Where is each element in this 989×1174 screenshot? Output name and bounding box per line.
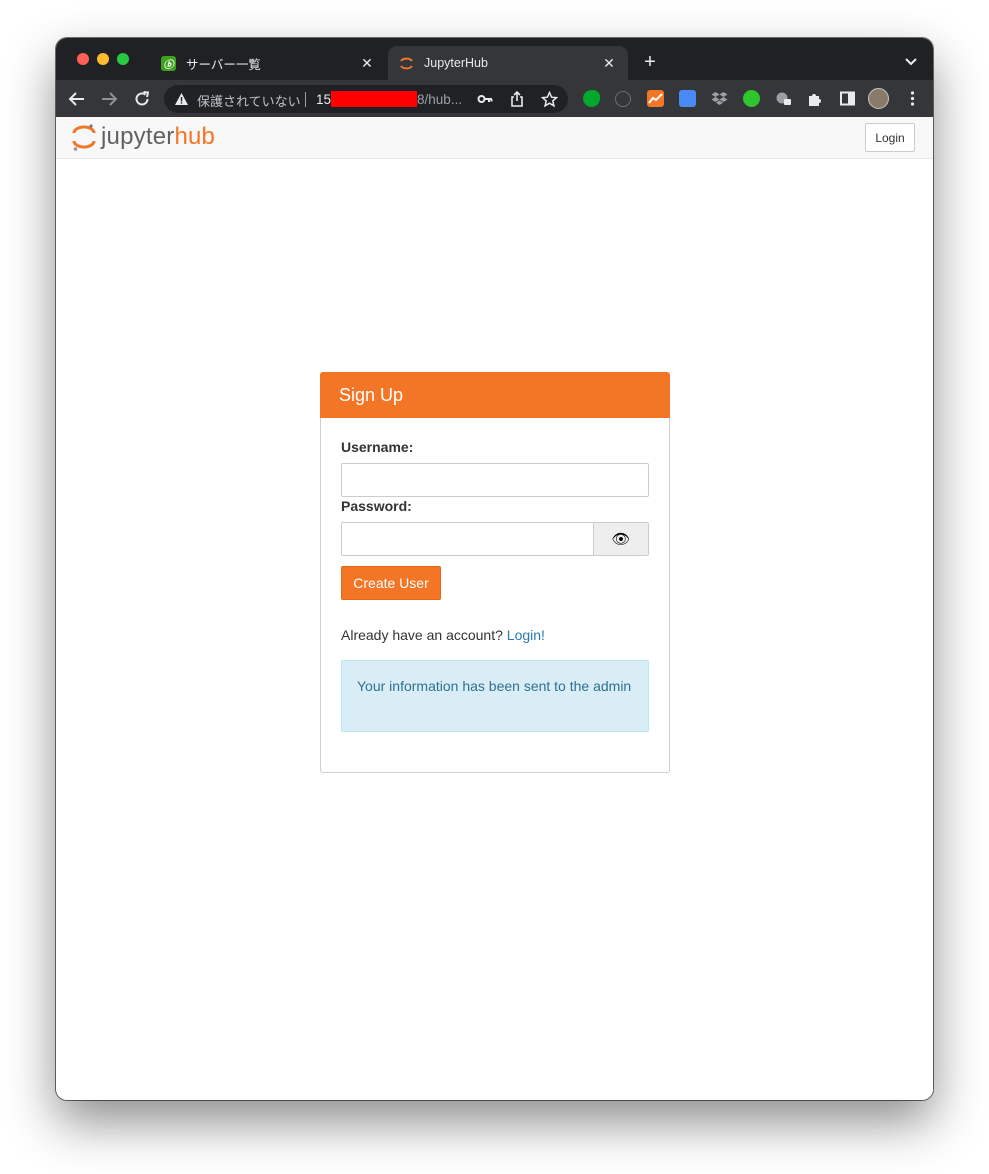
close-tab-icon[interactable]: ✕ xyxy=(358,54,376,72)
tab-title: サーバー一覧 xyxy=(186,57,261,72)
brand-wordmark: jupyterhub xyxy=(101,123,216,150)
password-label: Password: xyxy=(341,498,412,514)
minimize-window-button[interactable] xyxy=(97,53,109,65)
side-panel-icon[interactable] xyxy=(839,90,856,107)
translate-extension-icon[interactable] xyxy=(679,90,696,107)
close-window-button[interactable] xyxy=(77,53,89,65)
username-label: Username: xyxy=(341,439,414,455)
already-have-account: Already have an account? Login! xyxy=(341,627,545,643)
browser-toolbar: 保護されていない 15 8/hub... xyxy=(56,80,933,117)
tab-title: JupyterHub xyxy=(424,56,488,70)
jupyterhub-logo[interactable]: jupyterhub xyxy=(72,122,215,152)
forward-arrow-icon[interactable] xyxy=(99,89,119,109)
show-password-button[interactable]: 👁 xyxy=(593,522,649,556)
username-input[interactable] xyxy=(341,463,649,497)
lock-extension-icon[interactable] xyxy=(775,90,792,107)
navbar-login-button[interactable]: Login xyxy=(865,123,915,152)
tab-server-list[interactable]: ⓑ サーバー一覧 ✕ xyxy=(150,46,386,80)
omnibox-separator xyxy=(305,92,306,107)
new-tab-button[interactable]: + xyxy=(640,52,660,72)
tab-strip: ⓑ サーバー一覧 ✕ JupyterHub ✕ + xyxy=(56,38,933,80)
tab-search-chevron-icon[interactable] xyxy=(902,54,920,70)
address-bar[interactable]: 保護されていない 15 8/hub... xyxy=(164,85,568,113)
green-leaf-favicon-icon: ⓑ xyxy=(161,55,176,71)
signup-heading: Sign Up xyxy=(320,372,670,418)
jupyter-logo-icon xyxy=(72,124,96,151)
not-secure-label: 保護されていない xyxy=(197,94,301,109)
key-icon[interactable] xyxy=(475,89,495,109)
eye-icon: 👁 xyxy=(611,531,631,548)
puzzle-extensions-icon[interactable] xyxy=(807,90,824,107)
info-alert: Your information has been sent to the ad… xyxy=(341,660,649,732)
jupyter-favicon-icon xyxy=(399,56,414,71)
close-tab-icon[interactable]: ✕ xyxy=(600,54,618,72)
signup-panel: Sign Up Username: Password: 👁 Create Use… xyxy=(320,372,670,773)
create-user-button[interactable]: Create User xyxy=(341,566,441,600)
avatar[interactable] xyxy=(868,88,889,109)
fullscreen-window-button[interactable] xyxy=(117,53,129,65)
chart-extension-icon[interactable] xyxy=(647,90,664,107)
warning-triangle-icon xyxy=(175,93,188,105)
evernote-extension-icon[interactable] xyxy=(583,90,600,107)
tab-jupyterhub[interactable]: JupyterHub ✕ xyxy=(388,46,628,80)
browser-window: ⓑ サーバー一覧 ✕ JupyterHub ✕ + 保護されていない 15 8/… xyxy=(56,38,933,1100)
reload-icon[interactable] xyxy=(132,89,152,109)
dropbox-extension-icon[interactable] xyxy=(711,90,728,107)
bookmark-star-icon[interactable] xyxy=(539,89,559,109)
share-icon[interactable] xyxy=(507,89,527,109)
already-text: Already have an account? xyxy=(341,627,503,643)
jupyterhub-navbar: jupyterhub Login xyxy=(56,117,933,159)
password-input[interactable] xyxy=(341,522,594,556)
share-green-extension-icon[interactable] xyxy=(743,90,760,107)
url-text[interactable]: 15 8/hub... xyxy=(316,91,462,107)
redacted-ip-block xyxy=(331,91,418,107)
back-arrow-icon[interactable] xyxy=(67,89,87,109)
login-link[interactable]: Login! xyxy=(507,627,545,643)
page-content: jupyterhub Login Sign Up Username: Passw… xyxy=(56,117,933,1100)
kebab-menu-icon[interactable] xyxy=(904,90,921,107)
info-extension-icon[interactable] xyxy=(615,91,631,107)
